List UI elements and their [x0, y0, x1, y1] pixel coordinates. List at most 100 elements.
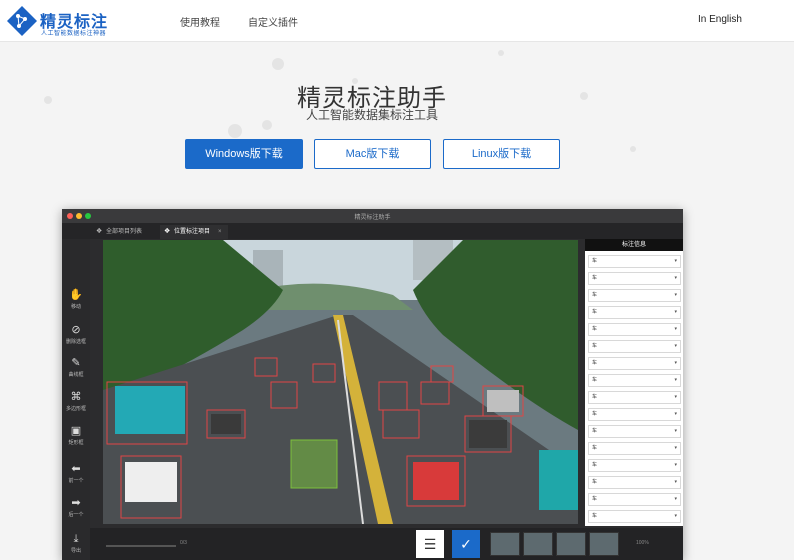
tool-label: 导出: [70, 548, 81, 554]
label-select[interactable]: 车 ▾: [588, 323, 681, 336]
polygon-icon: ⌘: [70, 391, 82, 403]
tab-position-project[interactable]: ❖ 位置标注项目 ×: [160, 225, 228, 239]
label-select[interactable]: 车 ▾: [588, 374, 681, 387]
arrow-left-icon: ⬅: [71, 463, 81, 475]
tool-label: 曲线框: [68, 372, 84, 378]
label-select[interactable]: 车 ▾: [588, 459, 681, 472]
nav-tutorial-link[interactable]: 使用教程: [180, 14, 220, 29]
rectangle-icon: ▣: [70, 425, 82, 437]
curve-box-tool[interactable]: ✎ 曲线框: [62, 357, 90, 378]
chevron-down-icon: ▾: [674, 343, 677, 349]
rectangle-box-tool[interactable]: ▣ 矩形框: [62, 425, 90, 446]
road-scene-image: [103, 240, 578, 524]
windows-download-button[interactable]: Windows版下载: [185, 139, 303, 169]
label-select[interactable]: 车 ▾: [588, 442, 681, 455]
panel-title: 标注信息: [585, 239, 683, 251]
menu-icon: ☰: [423, 536, 437, 552]
nav-plugin-link[interactable]: 自定义插件: [248, 14, 298, 29]
label-select[interactable]: 车 ▾: [588, 391, 681, 404]
chevron-down-icon: ▾: [674, 275, 677, 281]
delete-box-icon: ⊘: [71, 324, 81, 336]
label-select[interactable]: 车 ▾: [588, 306, 681, 319]
tab-bar: ❖ 全部项目列表 ❖ 位置标注项目 ×: [62, 223, 683, 239]
annotation-canvas[interactable]: [103, 240, 578, 524]
chevron-down-icon: ▾: [674, 513, 677, 519]
previous-button[interactable]: ⬅ 前一个: [62, 463, 90, 484]
label-value: 车: [592, 258, 598, 264]
chevron-down-icon: ▾: [674, 309, 677, 315]
tool-label: 删除选框: [65, 339, 86, 345]
linux-download-button[interactable]: Linux版下载: [443, 139, 560, 169]
menu-button[interactable]: ☰: [416, 530, 444, 558]
image-thumbnail[interactable]: [556, 532, 586, 556]
chevron-down-icon: ▾: [674, 462, 677, 468]
image-thumbnail[interactable]: [589, 532, 619, 556]
confirm-button[interactable]: ✓: [452, 530, 480, 558]
label-value: 车: [592, 292, 598, 298]
label-select[interactable]: 车 ▾: [588, 476, 681, 489]
tab-all-projects[interactable]: ❖ 全部项目列表: [92, 225, 158, 239]
tab-close-icon[interactable]: ×: [218, 229, 222, 235]
tool-label: 后一个: [68, 512, 84, 518]
next-button[interactable]: ➡ 后一个: [62, 497, 90, 518]
language-switch-link[interactable]: In English: [698, 14, 742, 25]
label-value: 车: [592, 394, 598, 400]
polygon-box-tool[interactable]: ⌘ 多边形框: [62, 391, 90, 412]
image-thumbnail[interactable]: [490, 532, 520, 556]
label-select[interactable]: 车 ▾: [588, 493, 681, 506]
background-dot: [272, 58, 284, 70]
tool-sidebar: ✋ 移动 ⊘ 删除选框 ✎ 曲线框 ⌘ 多边形框 ▣ 矩形框 ⬅ 前一个 ➡ 后…: [62, 239, 90, 560]
tool-label: 移动: [70, 304, 81, 310]
image-thumbnail[interactable]: [523, 532, 553, 556]
label-value: 车: [592, 428, 598, 434]
label-value: 车: [592, 275, 598, 281]
window-title: 精灵标注助手: [354, 215, 391, 221]
page-counter: 0/3: [180, 540, 187, 546]
label-select[interactable]: 车 ▾: [588, 357, 681, 370]
label-select[interactable]: 车 ▾: [588, 255, 681, 268]
chevron-down-icon: ▾: [674, 496, 677, 502]
label-value: 车: [592, 343, 598, 349]
label-value: 车: [592, 411, 598, 417]
brand-tagline: 人工智能数据标注神器: [41, 31, 107, 37]
tool-label: 矩形框: [68, 440, 84, 446]
label-select[interactable]: 车 ▾: [588, 340, 681, 353]
delete-box-tool[interactable]: ⊘ 删除选框: [62, 324, 90, 345]
background-dot: [630, 146, 636, 152]
background-dot: [228, 124, 242, 138]
tool-label: 前一个: [68, 478, 84, 484]
app-screenshot-window: 精灵标注助手 ❖ 全部项目列表 ❖ 位置标注项目 × ✋ 移动 ⊘ 删除选框 ✎ …: [62, 209, 683, 560]
label-value: 车: [592, 360, 598, 366]
logo-icon[interactable]: [6, 5, 38, 37]
label-select[interactable]: 车 ▾: [588, 272, 681, 285]
bottom-toolbar: 0/3 ☰ ✓ 100%: [90, 528, 683, 560]
label-select[interactable]: 车 ▾: [588, 408, 681, 421]
zoom-level[interactable]: 100%: [636, 540, 649, 546]
label-value: 车: [592, 462, 598, 468]
label-value: 车: [592, 309, 598, 315]
arrow-right-icon: ➡: [71, 497, 81, 509]
check-icon: ✓: [460, 536, 472, 552]
move-tool[interactable]: ✋ 移动: [62, 289, 90, 310]
label-select[interactable]: 车 ▾: [588, 425, 681, 438]
curve-icon: ✎: [71, 357, 81, 369]
label-info-panel: 标注信息 车 ▾ 车 ▾ 车 ▾ 车 ▾ 车 ▾ 车 ▾ 车 ▾ 车 ▾ 车 ▾ 车 ▾ 车 ▾ 车 ▾ 车 ▾ 车 ▾ 车 ▾ 车 ▾: [585, 239, 683, 526]
label-value: 车: [592, 445, 598, 451]
tab-label: 全部项目列表: [106, 229, 143, 235]
grid-icon: ❖: [96, 228, 103, 235]
label-value: 车: [592, 377, 598, 383]
grid-icon: ❖: [164, 228, 171, 235]
chevron-down-icon: ▾: [674, 445, 677, 451]
mac-download-button[interactable]: Mac版下载: [314, 139, 431, 169]
label-value: 车: [592, 513, 598, 519]
chevron-down-icon: ▾: [674, 479, 677, 485]
chevron-down-icon: ▾: [674, 292, 677, 298]
label-value: 车: [592, 496, 598, 502]
hero-subtitle: 人工智能数据集标注工具: [305, 108, 438, 122]
label-select[interactable]: 车 ▾: [588, 510, 681, 523]
chevron-down-icon: ▾: [674, 258, 677, 264]
background-dot: [498, 50, 504, 56]
label-value: 车: [592, 326, 598, 332]
label-select[interactable]: 车 ▾: [588, 289, 681, 302]
export-button[interactable]: ⤓ 导出: [62, 533, 90, 554]
